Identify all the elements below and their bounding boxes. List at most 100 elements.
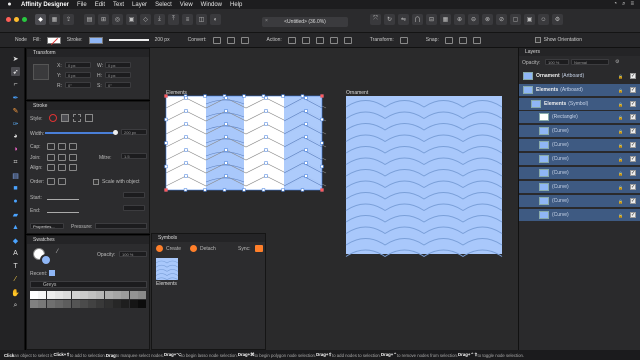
visibility-checkbox[interactable]: ✓	[630, 101, 636, 107]
y-input[interactable]: 0 px	[65, 72, 91, 78]
apple-icon[interactable]: ●	[6, 1, 13, 8]
visibility-checkbox[interactable]: ✓	[630, 212, 636, 218]
designer-persona-icon[interactable]: ◆	[35, 14, 46, 25]
stroke-width-slider[interactable]	[108, 39, 149, 41]
layer-row[interactable]: (Curve) 🔒 ✓	[519, 167, 640, 179]
path-node[interactable]	[281, 188, 285, 192]
transform-icon[interactable]: ⤧	[370, 14, 381, 25]
grid-icon[interactable]: ▦	[440, 14, 451, 25]
path-node[interactable]	[183, 188, 188, 192]
stroke-swatch[interactable]	[88, 36, 103, 44]
snap-nodes-icon[interactable]	[444, 36, 453, 44]
menu-edit[interactable]: Edit	[95, 2, 105, 8]
rectangle-tool-icon[interactable]: ■	[11, 184, 20, 193]
grey-swatch[interactable]	[96, 291, 105, 299]
align-outside-icon[interactable]	[69, 164, 77, 171]
path-node[interactable]	[164, 117, 168, 122]
vector-brush-tool-icon[interactable]: ✑	[11, 119, 20, 128]
path-node[interactable]	[224, 96, 228, 100]
lock-icon[interactable]: 🔒	[618, 171, 623, 176]
butt-cap-icon[interactable]	[47, 143, 55, 150]
close-curve-icon[interactable]	[301, 36, 310, 44]
convert-smooth-icon[interactable]	[226, 36, 235, 44]
path-node[interactable]	[164, 164, 168, 169]
search-icon[interactable]: ⌕	[622, 1, 625, 8]
convert-sharp-icon[interactable]	[212, 36, 221, 44]
path-node[interactable]	[184, 109, 188, 113]
grey-swatch[interactable]	[88, 300, 97, 308]
path-node[interactable]	[184, 122, 188, 126]
layer-opacity-input[interactable]: 100 %	[545, 59, 569, 65]
view-mode-icon[interactable]: ◎	[112, 14, 123, 25]
stroke-behind-icon[interactable]	[47, 178, 55, 185]
align-center-icon[interactable]	[58, 164, 66, 171]
snapping-icon[interactable]: ⊞	[98, 14, 109, 25]
grey-swatch[interactable]	[63, 300, 72, 308]
break-curve-icon[interactable]	[287, 36, 296, 44]
grey-swatch[interactable]	[104, 291, 113, 299]
node-tool-icon[interactable]: ➶	[11, 67, 20, 76]
grey-swatch[interactable]	[30, 300, 38, 308]
lock-icon[interactable]: 🔒	[618, 88, 623, 93]
visibility-checkbox[interactable]: ✓	[630, 198, 636, 204]
path-node[interactable]	[242, 94, 246, 98]
order-back-icon[interactable]: ⤓	[154, 14, 165, 25]
layer-row[interactable]: Elements (Symbol) 🔒 ✓	[519, 98, 640, 110]
menu-view[interactable]: View	[180, 2, 193, 8]
start-arrowhead-select[interactable]	[47, 194, 79, 200]
grey-swatch[interactable]	[129, 300, 138, 308]
create-symbol-icon[interactable]	[156, 245, 163, 252]
grey-swatch[interactable]	[113, 300, 121, 308]
path-node[interactable]	[264, 161, 268, 165]
path-node[interactable]	[264, 122, 268, 126]
visibility-checkbox[interactable]: ✓	[630, 170, 636, 176]
move-tool-icon[interactable]: ➤	[11, 54, 20, 63]
path-node[interactable]	[264, 148, 268, 152]
path-node[interactable]	[304, 109, 308, 113]
lock-icon[interactable]: 🔒	[618, 185, 623, 190]
app-name-menu[interactable]: Affinity Designer	[21, 2, 69, 8]
pixel-view-icon[interactable]: ▣	[126, 14, 137, 25]
zoom-tool-icon[interactable]: ⌕	[11, 301, 20, 310]
path-node[interactable]	[224, 135, 228, 139]
path-node[interactable]	[184, 148, 188, 152]
r-input[interactable]: 0°	[65, 82, 91, 88]
layer-row[interactable]: (Curve) 🔒 ✓	[519, 125, 640, 137]
path-node[interactable]	[304, 148, 308, 152]
visibility-checkbox[interactable]: ✓	[630, 184, 636, 190]
artistic-text-tool-icon[interactable]: A	[11, 249, 20, 258]
path-node[interactable]	[224, 174, 228, 178]
snap-angle-icon[interactable]	[472, 36, 481, 44]
path-node[interactable]	[304, 135, 308, 139]
path-node[interactable]	[203, 94, 207, 98]
solid-stroke-style-icon[interactable]	[61, 114, 69, 122]
grey-swatch[interactable]	[46, 291, 55, 299]
path-node[interactable]	[224, 122, 228, 126]
layer-row[interactable]: (Curve) 🔒 ✓	[519, 209, 640, 221]
scale-with-object-checkbox[interactable]	[93, 179, 99, 185]
transform-mode-icon[interactable]	[399, 36, 408, 44]
layer-row[interactable]: Elements (Artboard) 🔒 ✓	[519, 84, 640, 96]
stroke-front-icon[interactable]	[58, 178, 66, 185]
pixel-persona-icon[interactable]: ▦	[49, 14, 60, 25]
grey-swatch[interactable]	[113, 291, 121, 299]
path-node[interactable]	[320, 141, 324, 145]
properties-button[interactable]: Properties...	[30, 223, 64, 229]
ellipse-tool-icon[interactable]: ●	[11, 197, 20, 206]
path-node[interactable]	[264, 96, 268, 100]
w-input[interactable]: 0 px	[105, 62, 131, 68]
close-window-button[interactable]	[6, 17, 11, 22]
miter-join-icon[interactable]	[47, 154, 55, 161]
start-arrow-direction[interactable]	[123, 192, 145, 198]
grey-swatch[interactable]	[38, 300, 47, 308]
path-node[interactable]	[184, 161, 188, 165]
lock-icon[interactable]: 🔒	[618, 199, 623, 204]
insert-inside-icon[interactable]: ◫	[196, 14, 207, 25]
fill-tool-icon[interactable]: ◕	[11, 132, 20, 141]
corner-handle[interactable]	[320, 188, 324, 192]
snap-handles-icon[interactable]	[458, 36, 467, 44]
grey-swatch[interactable]	[71, 300, 80, 308]
stroke-width-input[interactable]: 200 px	[121, 129, 147, 135]
round-join-icon[interactable]	[58, 154, 66, 161]
path-node[interactable]	[320, 164, 324, 169]
